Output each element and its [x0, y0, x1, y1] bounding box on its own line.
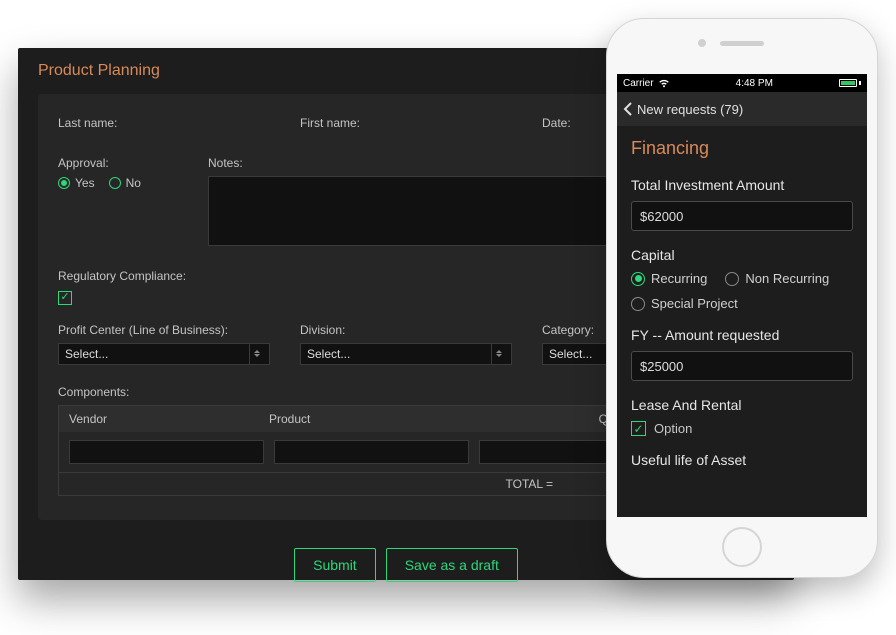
- first-name-label: First name:: [300, 116, 512, 130]
- profit-center-group: Profit Center (Line of Business): Select…: [58, 323, 270, 365]
- approval-group: Approval: Yes No: [58, 156, 178, 249]
- division-label: Division:: [300, 323, 512, 337]
- capital-recurring-radio[interactable]: Recurring: [631, 271, 707, 286]
- capital-special-label: Special Project: [651, 296, 738, 311]
- fy-amount-input[interactable]: [631, 351, 853, 381]
- lease-rental-label: Lease And Rental: [631, 397, 853, 413]
- lease-option-label: Option: [654, 421, 692, 436]
- phone-device: Carrier 4:48 PM New requests (79) Financ…: [606, 18, 878, 578]
- capital-nonrecurring-label: Non Recurring: [745, 271, 829, 286]
- approval-yes-radio[interactable]: Yes: [58, 176, 95, 190]
- radio-icon: [631, 297, 645, 311]
- chevron-updown-icon: [491, 344, 505, 364]
- financing-screen: Financing Total Investment Amount Capita…: [617, 126, 867, 488]
- first-name-field: First name:: [300, 116, 512, 136]
- radio-icon: [109, 177, 121, 189]
- camera-icon: [698, 39, 706, 47]
- capital-radio-group: Recurring Non Recurring Special Project: [631, 271, 853, 311]
- approval-radio-row: Yes No: [58, 176, 178, 190]
- earpiece-icon: [720, 41, 764, 46]
- division-group: Division: Select...: [300, 323, 512, 365]
- th-product: Product: [269, 412, 499, 426]
- lease-option-checkbox[interactable]: [631, 421, 646, 436]
- radio-icon: [725, 272, 739, 286]
- nav-title: New requests (79): [637, 102, 743, 117]
- select-value: Select...: [549, 347, 592, 361]
- capital-nonrecurring-radio[interactable]: Non Recurring: [725, 271, 829, 286]
- chevron-updown-icon: [249, 344, 263, 364]
- approval-yes-label: Yes: [75, 176, 95, 190]
- chevron-left-icon: [623, 102, 633, 116]
- lease-option-row[interactable]: Option: [631, 421, 853, 436]
- division-select[interactable]: Select...: [300, 343, 512, 365]
- profit-center-label: Profit Center (Line of Business):: [58, 323, 270, 337]
- product-input[interactable]: [274, 440, 469, 464]
- status-bar: Carrier 4:48 PM: [617, 74, 867, 92]
- last-name-field: Last name:: [58, 116, 270, 136]
- wifi-icon: [658, 79, 670, 88]
- screen-title: Financing: [631, 138, 853, 159]
- select-value: Select...: [65, 347, 108, 361]
- capital-recurring-label: Recurring: [651, 271, 707, 286]
- radio-icon: [631, 272, 645, 286]
- capital-special-radio[interactable]: Special Project: [631, 296, 738, 311]
- submit-button[interactable]: Submit: [294, 548, 376, 582]
- regulatory-checkbox[interactable]: [58, 291, 72, 305]
- status-time: 4:48 PM: [736, 78, 773, 89]
- capital-label: Capital: [631, 247, 853, 263]
- last-name-label: Last name:: [58, 116, 270, 130]
- total-label: TOTAL =: [506, 477, 553, 491]
- approval-label: Approval:: [58, 156, 178, 170]
- fy-amount-label: FY -- Amount requested: [631, 327, 853, 343]
- vendor-input[interactable]: [69, 440, 264, 464]
- phone-screen: Carrier 4:48 PM New requests (79) Financ…: [617, 74, 867, 517]
- select-value: Select...: [307, 347, 350, 361]
- radio-icon: [58, 177, 70, 189]
- home-button[interactable]: [722, 527, 762, 567]
- th-vendor: Vendor: [69, 412, 269, 426]
- total-investment-label: Total Investment Amount: [631, 177, 853, 193]
- approval-no-label: No: [126, 176, 141, 190]
- carrier-label: Carrier: [623, 78, 654, 89]
- save-draft-button[interactable]: Save as a draft: [386, 548, 518, 582]
- nav-bar[interactable]: New requests (79): [617, 92, 867, 126]
- approval-no-radio[interactable]: No: [109, 176, 141, 190]
- useful-life-label: Useful life of Asset: [631, 452, 853, 468]
- profit-center-select[interactable]: Select...: [58, 343, 270, 365]
- total-investment-input[interactable]: [631, 201, 853, 231]
- battery-icon: [839, 79, 861, 87]
